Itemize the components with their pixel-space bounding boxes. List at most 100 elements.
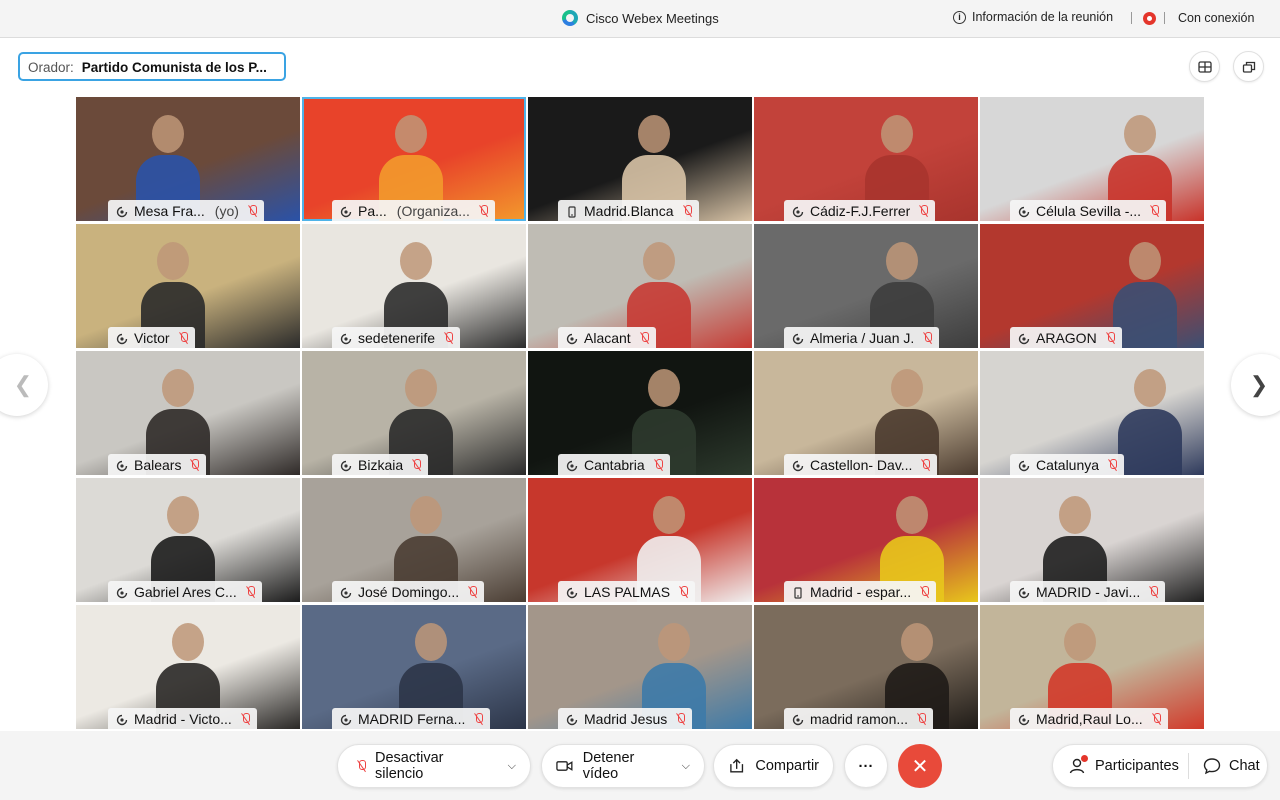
phone-icon [792, 586, 804, 599]
recording-icon[interactable] [1143, 12, 1156, 25]
participant-name: Catalunya [1036, 456, 1100, 473]
divider [1164, 12, 1165, 24]
participant-video-tile[interactable]: LAS PALMAS [528, 478, 752, 602]
participant-name-label: Célula Sevilla -... [1010, 200, 1167, 221]
participant-name-label: José Domingo... [332, 581, 485, 602]
network-icon [340, 713, 352, 725]
participant-video-tile[interactable]: ARAGON [980, 224, 1204, 348]
participant-video-tile[interactable]: Cádiz-F.J.Ferrer [754, 97, 978, 221]
microphone-muted-icon [922, 458, 931, 471]
microphone-muted-icon [924, 331, 933, 344]
microphone-muted-icon [1150, 585, 1159, 598]
microphone-muted-icon [920, 204, 929, 217]
network-icon [116, 332, 128, 344]
layout-grid-button[interactable] [1189, 51, 1220, 82]
chevron-left-icon: ❮ [13, 372, 33, 397]
participant-name: Balears [134, 456, 182, 473]
participant-video-tile[interactable]: Castellon- Dav... [754, 351, 978, 475]
participant-name: Bizkaia [358, 456, 404, 473]
participant-video-tile[interactable]: Mesa Fra... (yo) [76, 97, 300, 221]
leave-meeting-button[interactable]: ✕ [898, 744, 942, 788]
participant-video-tile[interactable]: José Domingo... [302, 478, 526, 602]
participant-video-tile[interactable]: Gabriel Ares C... [76, 478, 300, 602]
stop-video-label: Detener vídeo [582, 750, 635, 782]
share-button[interactable]: Compartir [713, 744, 834, 788]
microphone-muted-icon [475, 712, 484, 725]
next-page-button[interactable]: ❯ [1231, 354, 1280, 416]
chevron-down-icon[interactable]: ⌵ [508, 760, 516, 773]
stop-video-button[interactable]: Detener vídeo ⌵ [541, 744, 705, 788]
microphone-muted-icon [655, 458, 663, 471]
divider [1188, 753, 1189, 779]
more-options-button[interactable]: ... [844, 744, 888, 788]
participant-video-tile[interactable]: Madrid,Raul Lo... [980, 605, 1204, 729]
participant-video-tile[interactable]: madrid ramon... [754, 605, 978, 729]
unmute-button[interactable]: Desactivar silencio ⌵ [337, 744, 531, 788]
chevron-down-icon[interactable]: ⌵ [682, 760, 690, 773]
participants-button[interactable]: Participantes [1069, 745, 1179, 787]
participant-video-tile[interactable]: Balears [76, 351, 300, 475]
chat-button[interactable]: Chat [1203, 745, 1260, 787]
video-grid: Mesa Fra... (yo) Pa... (Organiza... Madrid.B… [76, 97, 1204, 730]
participant-role: (Organiza... [396, 202, 470, 219]
participant-name: LAS PALMAS [584, 583, 671, 600]
microphone-off-icon [358, 760, 366, 772]
microphone-muted-icon [684, 204, 692, 217]
speaker-indicator[interactable]: Orador: Partido Comunista de los P... [18, 52, 286, 81]
participant-name: Almeria / Juan J. [810, 329, 915, 346]
network-icon [340, 205, 352, 217]
participant-video-tile[interactable]: Cantabria [528, 351, 752, 475]
participant-name-label: Madrid.Blanca [558, 200, 699, 221]
participant-video-tile[interactable]: MADRID Ferna... [302, 605, 526, 729]
info-icon: i [953, 10, 966, 24]
app-title: Cisco Webex Meetings [562, 10, 719, 26]
participant-video-tile[interactable]: Catalunya [980, 351, 1204, 475]
divider [1131, 12, 1132, 24]
participant-name: Madrid Jesus [584, 710, 668, 727]
participant-name-label: ARAGON [1010, 327, 1122, 348]
participant-name-label: Catalunya [1010, 454, 1125, 475]
meeting-toolbar: Desactivar silencio ⌵ Detener vídeo ⌵ Co… [0, 731, 1280, 800]
participant-video-tile[interactable]: Bizkaia [302, 351, 526, 475]
network-icon [340, 459, 352, 471]
previous-page-button[interactable]: ❮ [0, 354, 48, 416]
participant-name: Victor [134, 329, 170, 346]
participant-name-label: Bizkaia [332, 454, 429, 475]
participant-role: (yo) [214, 202, 239, 219]
participant-video-tile[interactable]: Pa... (Organiza... [302, 97, 526, 221]
speaker-name: Partido Comunista de los P... [81, 60, 267, 75]
network-icon [340, 586, 352, 598]
participant-name-label: MADRID Ferna... [332, 708, 491, 729]
network-icon [1018, 205, 1030, 217]
microphone-muted-icon [180, 331, 188, 344]
notification-dot [1081, 755, 1088, 762]
participant-name: sedetenerife [358, 329, 436, 346]
microphone-muted-icon [1109, 458, 1118, 471]
meeting-info-button[interactable]: i Información de la reunión [953, 10, 1113, 24]
chat-label: Chat [1229, 758, 1260, 774]
participant-video-tile[interactable]: sedetenerife [302, 224, 526, 348]
microphone-muted-icon [191, 458, 200, 471]
meeting-info-label: Información de la reunión [972, 10, 1114, 24]
participant-video-tile[interactable]: Célula Sevilla -... [980, 97, 1204, 221]
more-icon: ... [858, 755, 874, 771]
popout-button[interactable] [1233, 51, 1264, 82]
participant-video-tile[interactable]: Madrid - espar... [754, 478, 978, 602]
participant-video-tile[interactable]: Madrid - Victo... [76, 605, 300, 729]
participant-video-tile[interactable]: Alacant [528, 224, 752, 348]
participant-video-tile[interactable]: Madrid Jesus [528, 605, 752, 729]
participant-name-label: Mesa Fra... (yo) [108, 200, 264, 221]
chat-icon [1203, 758, 1221, 775]
participant-video-tile[interactable]: Almeria / Juan J. [754, 224, 978, 348]
network-icon [566, 586, 578, 598]
participant-video-tile[interactable]: Victor [76, 224, 300, 348]
participant-name-label: Madrid Jesus [558, 708, 693, 729]
participant-name-label: Alacant [558, 327, 656, 348]
participant-name: MADRID - Javi... [1036, 583, 1141, 600]
participant-name: Alacant [584, 329, 631, 346]
participant-video-tile[interactable]: MADRID - Javi... [980, 478, 1204, 602]
participant-name-label: Balears [108, 454, 207, 475]
participant-name: Gabriel Ares C... [134, 583, 237, 600]
participant-video-tile[interactable]: Madrid.Blanca [528, 97, 752, 221]
title-bar: Cisco Webex Meetings i Información de la… [0, 0, 1280, 38]
